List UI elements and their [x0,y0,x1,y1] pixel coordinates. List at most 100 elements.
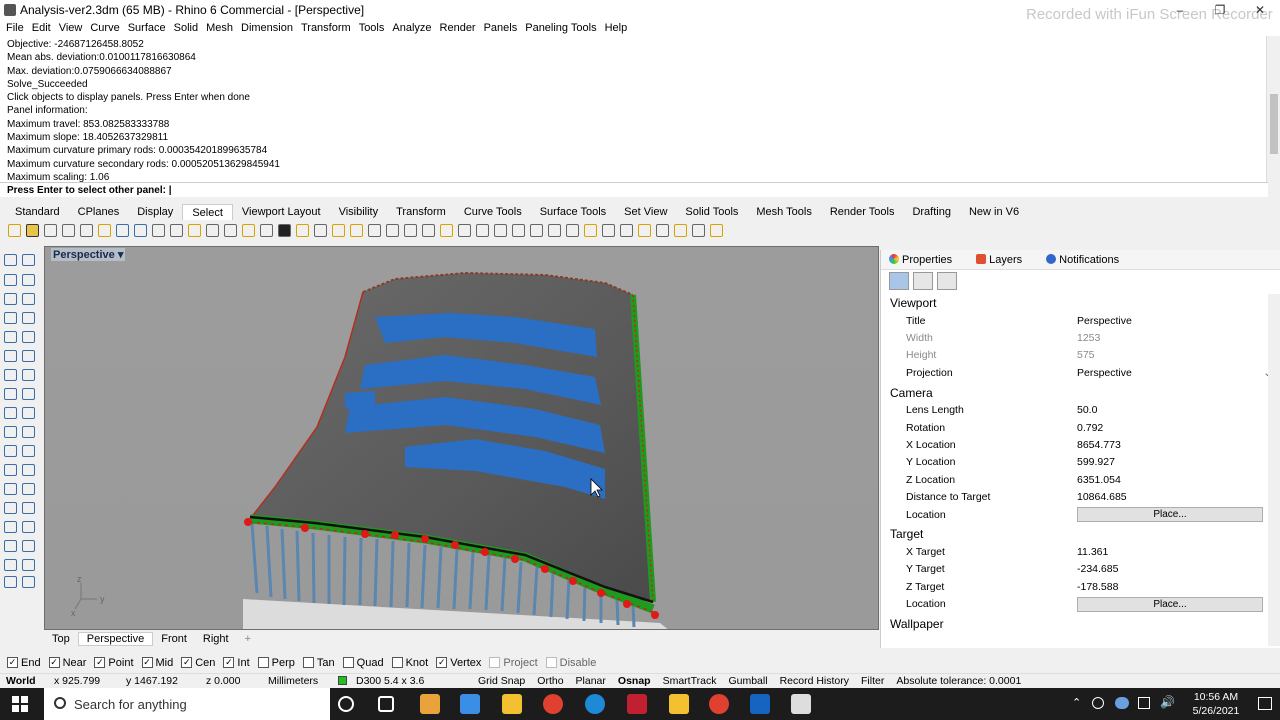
select-tool-icon[interactable] [710,223,723,237]
select-tool-icon[interactable] [440,223,453,237]
tool-icon[interactable] [4,464,17,476]
close-button[interactable]: ✕ [1240,0,1280,20]
ortho-toggle[interactable]: Ortho [531,675,569,687]
tool-icon[interactable] [4,521,17,533]
tool-icon[interactable] [4,293,17,305]
menu-help[interactable]: Help [605,22,628,34]
menu-transform[interactable]: Transform [301,22,351,34]
select-tool-icon[interactable] [152,223,165,237]
tab-visibility[interactable]: Visibility [330,204,388,220]
select-tool-icon[interactable] [8,223,21,237]
tool-icon[interactable] [4,445,17,457]
select-tool-icon[interactable] [530,223,543,237]
y-target-field[interactable]: -234.685 [1067,563,1280,575]
store-icon[interactable] [420,694,440,714]
select-tool-icon[interactable] [548,223,561,237]
select-tool-icon[interactable] [638,223,651,237]
z-target-field[interactable]: -178.588 [1067,581,1280,593]
select-tool-icon[interactable] [692,223,705,237]
tool-icon[interactable] [22,254,35,266]
rotation-field[interactable]: 0.792 [1067,422,1280,434]
osnap-disable[interactable]: Disable [545,657,596,669]
sticky-notes-icon[interactable] [669,694,689,714]
tool-icon[interactable] [22,331,35,343]
tab-curve-tools[interactable]: Curve Tools [455,204,531,220]
x-location-field[interactable]: 8654.773 [1067,439,1280,451]
select-tool-icon[interactable] [44,223,57,237]
select-tool-icon[interactable] [602,223,615,237]
taskbar-search[interactable]: Search for anything [44,688,330,720]
viewport-title[interactable]: Perspective ▾ [51,248,126,261]
osnap-tan[interactable]: Tan [302,657,335,669]
chevron-up-icon[interactable]: ⌃ [1072,696,1081,709]
tab-layers[interactable]: Layers [976,253,1034,266]
tab-drafting[interactable]: Drafting [903,204,960,220]
windows-start-icon[interactable] [12,696,28,712]
select-tool-icon[interactable] [332,223,345,237]
osnap-perp[interactable]: Perp [257,657,295,669]
battery-icon[interactable] [1138,697,1150,709]
tab-notifications[interactable]: Notifications [1046,253,1131,266]
edge-icon[interactable] [585,694,605,714]
x-target-field[interactable]: 11.361 [1067,546,1280,558]
volume-icon[interactable]: 🔊 [1160,695,1175,709]
tab-select[interactable]: Select [182,204,233,220]
select-tool-icon[interactable] [350,223,363,237]
tool-icon[interactable] [4,502,17,514]
cortana-icon[interactable] [338,696,354,712]
command-prompt[interactable]: Press Enter to select other panel: | [0,182,1268,197]
tool-icon[interactable] [22,521,35,533]
select-tool-icon[interactable] [566,223,579,237]
rhino-taskbar-icon[interactable] [791,694,811,714]
tool-icon[interactable] [22,483,35,495]
current-layer[interactable]: D300 5.4 x 3.6 [332,675,472,687]
menu-paneling-tools[interactable]: Paneling Tools [525,22,596,34]
select-tool-icon[interactable] [116,223,129,237]
camera-icon[interactable] [889,272,909,290]
tool-icon[interactable] [4,576,17,588]
task-view-icon[interactable] [378,696,394,712]
units[interactable]: Millimeters [262,675,332,687]
tool-icon[interactable] [22,559,35,571]
osnap-project[interactable]: Project [489,657,538,669]
menu-mesh[interactable]: Mesh [206,22,233,34]
select-tool-icon[interactable] [242,223,255,237]
tab-new-in-v6[interactable]: New in V6 [960,204,1028,220]
osnap-point[interactable]: ✓ Point [94,657,134,669]
camera-place-button[interactable]: Place... [1077,507,1263,523]
tab-render-tools[interactable]: Render Tools [821,204,904,220]
gumball-toggle[interactable]: Gumball [722,675,773,687]
select-tool-icon[interactable] [422,223,435,237]
tool-icon[interactable] [22,350,35,362]
z-location-field[interactable]: 6351.054 [1067,474,1280,486]
filter-toggle[interactable]: Filter [855,675,890,687]
tool-icon[interactable] [4,350,17,362]
select-tool-icon[interactable] [368,223,381,237]
tab-mesh-tools[interactable]: Mesh Tools [747,204,820,220]
menu-dimension[interactable]: Dimension [241,22,293,34]
tab-standard[interactable]: Standard [6,204,69,220]
tool-icon[interactable] [4,407,17,419]
cplane-indicator[interactable]: World [0,675,48,687]
y-location-field[interactable]: 599.927 [1067,456,1280,468]
taskbar-clock[interactable]: 10:56 AM 5/26/2021 [1186,690,1246,718]
menu-solid[interactable]: Solid [174,22,198,34]
chrome-icon[interactable] [543,694,563,714]
select-tool-icon[interactable] [98,223,111,237]
history-scrollbar[interactable] [1266,36,1280,182]
osnap-knot[interactable]: Knot [391,657,428,669]
tool-icon[interactable] [4,312,17,324]
tool-icon[interactable] [4,540,17,552]
menu-file[interactable]: File [6,22,24,34]
select-tool-icon[interactable] [278,223,291,237]
perspective-viewport[interactable]: z y x Perspective ▾ [44,246,879,630]
select-tool-icon[interactable] [386,223,399,237]
tool-icon[interactable] [4,254,17,266]
display-mode-icon[interactable] [937,272,957,290]
tool-icon[interactable] [22,369,35,381]
tab-set-view[interactable]: Set View [615,204,676,220]
osnap-near[interactable]: ✓ Near [48,657,86,669]
select-tool-icon[interactable] [674,223,687,237]
menu-surface[interactable]: Surface [128,22,166,34]
tab-viewport-layout[interactable]: Viewport Layout [233,204,330,220]
